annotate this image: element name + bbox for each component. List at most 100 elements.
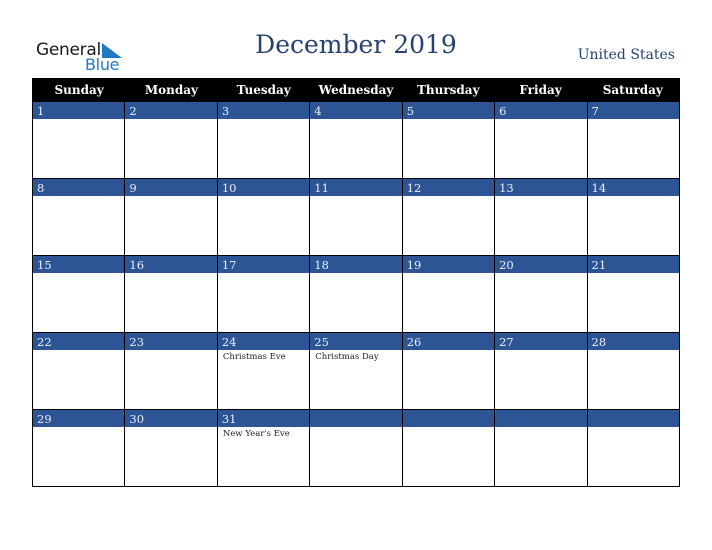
holiday-label: Christmas Day <box>315 352 379 362</box>
calendar-grid: Sunday Monday Tuesday Wednesday Thursday… <box>32 78 680 487</box>
calendar-day-cell[interactable] <box>495 409 588 486</box>
holiday-label <box>218 119 309 121</box>
day-number: 10 <box>217 178 310 196</box>
calendar-day-cell[interactable]: 10 <box>217 178 311 255</box>
holiday-label <box>403 119 494 121</box>
calendar-week-row: 29 30 31 New Year's Eve <box>33 409 679 486</box>
dow-tuesday: Tuesday <box>236 83 291 97</box>
calendar-day-cell[interactable] <box>587 409 679 486</box>
day-number: 30 <box>125 409 217 427</box>
day-number: 5 <box>402 101 495 119</box>
calendar-day-cell[interactable]: 15 <box>33 255 126 332</box>
calendar-day-cell[interactable]: 21 <box>587 255 679 332</box>
calendar-day-cell[interactable]: 19 <box>402 255 496 332</box>
calendar-day-cell[interactable] <box>310 409 403 486</box>
dow-sunday: Sunday <box>54 83 104 97</box>
calendar-week-row: 1234567 <box>33 101 679 178</box>
day-number <box>402 409 495 427</box>
holiday-label <box>310 427 401 429</box>
day-number: 13 <box>495 178 587 196</box>
calendar-day-cell[interactable]: 7 <box>587 101 679 178</box>
calendar-day-cell[interactable]: 4 <box>310 101 403 178</box>
calendar-day-cell[interactable]: 14 <box>587 178 679 255</box>
day-number: 27 <box>495 332 587 350</box>
day-number: 15 <box>33 255 125 273</box>
day-of-week-header: Sunday Monday Tuesday Wednesday Thursday… <box>33 78 679 101</box>
calendar-day-cell[interactable]: 6 <box>495 101 588 178</box>
calendar-day-cell[interactable]: 27 <box>495 332 588 409</box>
day-number: 4 <box>310 101 402 119</box>
holiday-label <box>403 427 494 429</box>
calendar-day-cell[interactable]: 30 <box>125 409 218 486</box>
calendar-day-cell[interactable]: 26 <box>402 332 496 409</box>
calendar-day-cell[interactable]: 11 <box>310 178 403 255</box>
day-number: 18 <box>310 255 402 273</box>
calendar-day-cell[interactable]: 5 <box>402 101 496 178</box>
calendar-day-cell[interactable]: 9 <box>125 178 218 255</box>
dow-saturday: Saturday <box>602 83 663 97</box>
dow-thursday: Thursday <box>416 83 480 97</box>
day-number: 23 <box>125 332 217 350</box>
calendar-day-cell[interactable]: 20 <box>495 255 588 332</box>
day-number <box>587 409 679 427</box>
day-number: 25 <box>310 332 402 350</box>
day-number: 29 <box>33 409 125 427</box>
day-number: 17 <box>217 255 310 273</box>
holiday-label <box>125 119 216 121</box>
day-number: 26 <box>402 332 495 350</box>
day-number: 21 <box>587 255 679 273</box>
holiday-label <box>33 119 124 121</box>
day-number: 2 <box>125 101 217 119</box>
calendar-day-cell[interactable]: 2 <box>125 101 218 178</box>
calendar-day-cell[interactable]: 22 <box>33 332 126 409</box>
day-number: 14 <box>587 178 679 196</box>
day-number: 24 <box>217 332 310 350</box>
dow-wednesday: Wednesday <box>318 83 394 97</box>
holiday-label <box>588 427 679 429</box>
dow-monday: Monday <box>144 83 198 97</box>
calendar-day-cell[interactable]: 18 <box>310 255 403 332</box>
holiday-label: New Year's Eve <box>222 429 290 439</box>
day-number: 31 <box>217 409 310 427</box>
day-number: 19 <box>402 255 495 273</box>
calendar-day-cell[interactable]: 8 <box>33 178 126 255</box>
day-number <box>495 409 587 427</box>
day-number: 22 <box>33 332 125 350</box>
calendar-day-cell[interactable]: 28 <box>587 332 679 409</box>
calendar-day-cell[interactable]: 23 <box>125 332 218 409</box>
day-number: 16 <box>125 255 217 273</box>
holiday-label <box>310 119 401 121</box>
day-number: 3 <box>217 101 310 119</box>
day-number: 7 <box>587 101 679 119</box>
calendar-day-cell[interactable]: 29 <box>33 409 126 486</box>
calendar-week-row: 15 16 17 18 19 20 21 <box>33 255 679 332</box>
calendar-day-cell[interactable]: 31 New Year's Eve <box>217 409 311 486</box>
calendar-day-cell[interactable]: 1 <box>33 101 126 178</box>
day-number: 8 <box>33 178 125 196</box>
holiday-label <box>495 119 586 121</box>
day-number <box>310 409 402 427</box>
dow-friday: Friday <box>519 83 562 97</box>
day-number: 11 <box>310 178 402 196</box>
day-number: 12 <box>402 178 495 196</box>
calendar-day-cell[interactable]: 24 Christmas Eve <box>217 332 311 409</box>
day-number: 6 <box>495 101 587 119</box>
calendar-day-cell[interactable]: 16 <box>125 255 218 332</box>
holiday-label <box>495 427 586 429</box>
day-number: 28 <box>587 332 679 350</box>
holiday-label: Christmas Eve <box>222 352 286 362</box>
holiday-label <box>33 196 124 198</box>
day-number: 1 <box>33 101 125 119</box>
country-label: United States <box>577 47 675 63</box>
day-number: 20 <box>495 255 587 273</box>
calendar-day-cell[interactable]: 3 <box>217 101 311 178</box>
calendar-week-row: 8 9 10 11 12 13 14 <box>33 178 679 255</box>
calendar-day-cell[interactable]: 17 <box>217 255 311 332</box>
calendar-day-cell[interactable] <box>402 409 496 486</box>
calendar-day-cell[interactable]: 12 <box>402 178 496 255</box>
holiday-label <box>588 119 679 121</box>
calendar-day-cell[interactable]: 25 Christmas Day <box>310 332 403 409</box>
calendar-day-cell[interactable]: 13 <box>495 178 588 255</box>
calendar-week-row: 22 23 24 Christmas Eve 25 Christmas Day 26 27 28 <box>33 332 679 409</box>
holiday-label <box>125 196 216 198</box>
